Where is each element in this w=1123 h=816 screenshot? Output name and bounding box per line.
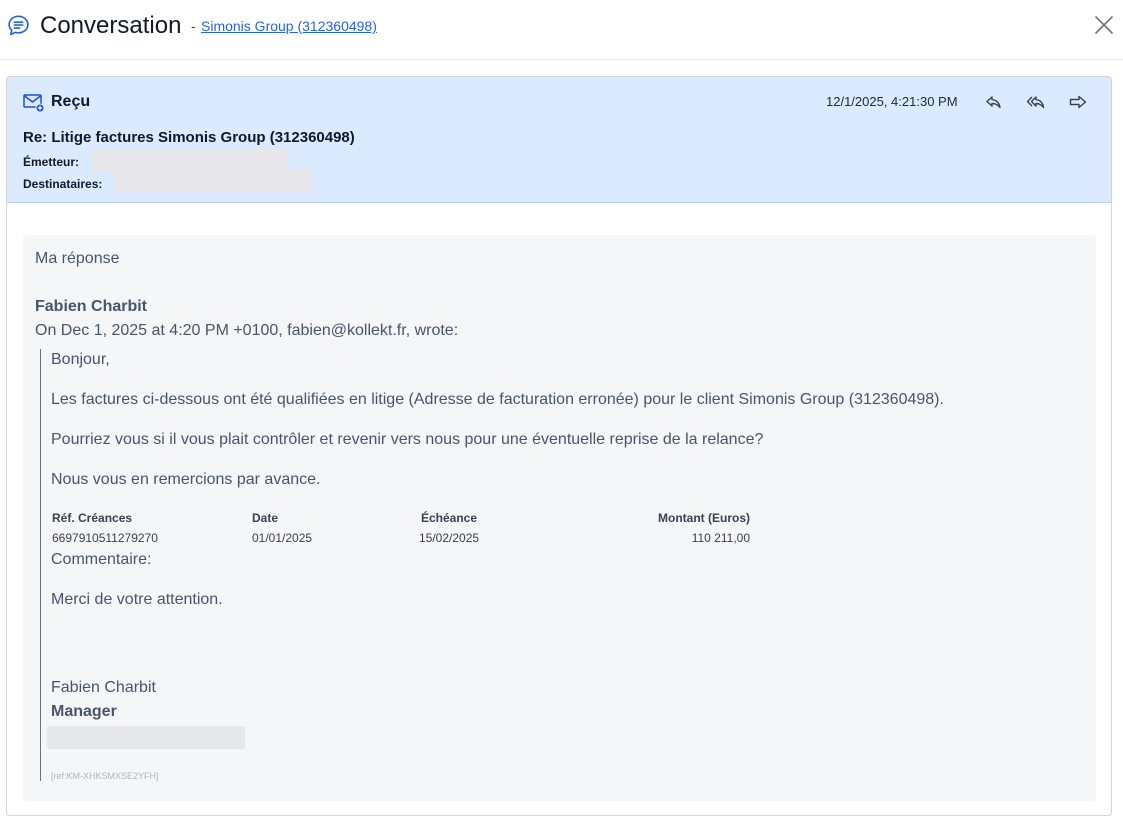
table-header-ref: Réf. Créances	[52, 511, 133, 525]
paragraph-3: Nous vous en remercions par avance.	[51, 471, 321, 488]
customer-link[interactable]: Simonis Group (312360498)	[201, 17, 377, 35]
chat-bubble-icon	[8, 15, 29, 36]
quoted-author: Fabien Charbit	[35, 298, 148, 315]
message-timestamp: 12/1/2025, 4:21:30 PM	[826, 94, 958, 109]
message-status: Reçu	[51, 93, 91, 110]
cell-due: 15/02/2025	[419, 531, 480, 545]
thanks-text: Merci de votre attention.	[51, 591, 223, 608]
title-separator: -	[191, 18, 196, 34]
comment-label: Commentaire:	[51, 551, 152, 568]
table-header-due: Échéance	[421, 511, 478, 525]
signature-role: Manager	[51, 703, 117, 720]
quoted-meta: On Dec 1, 2025 at 4:20 PM +0100, fabien@…	[35, 322, 459, 339]
table-header-amount: Montant (Euros)	[658, 511, 750, 525]
reply-icon[interactable]	[984, 93, 1004, 111]
cell-amount: 110 211,00	[691, 531, 750, 545]
quote-bar	[40, 349, 41, 781]
message-card: Reçu 12/1/2025, 4:21:30 PM Re: Litige fa…	[6, 76, 1112, 816]
page-title: Conversation	[40, 12, 182, 39]
message-subject: Re: Litige factures Simonis Group (31236…	[23, 129, 355, 146]
message-body: Ma réponse Fabien Charbit On Dec 1, 2025…	[23, 235, 1096, 801]
sender-label: Émetteur:	[23, 155, 80, 169]
reply-text: Ma réponse	[35, 250, 120, 267]
reply-all-icon[interactable]	[1026, 93, 1046, 111]
signature-redacted	[47, 726, 245, 749]
conversation-header: Conversation - Simonis Group (312360498)	[0, 0, 1123, 60]
greeting: Bonjour,	[51, 351, 110, 368]
forward-icon[interactable]	[1068, 93, 1088, 111]
signature-name: Fabien Charbit	[51, 679, 156, 696]
recipients-label: Destinataires:	[23, 177, 103, 191]
recipients-redacted	[115, 170, 312, 192]
cell-ref: 6697910511279270	[52, 531, 158, 545]
message-header: Reçu 12/1/2025, 4:21:30 PM Re: Litige fa…	[7, 77, 1111, 203]
paragraph-2: Pourriez vous si il vous plait contrôler…	[51, 431, 764, 448]
paragraph-1: Les factures ci-dessous ont été qualifié…	[51, 391, 944, 408]
close-icon[interactable]	[1093, 14, 1115, 36]
table-header-date: Date	[252, 511, 279, 525]
reference-code: [ref:KM-XHKSMXSE2YFH]	[51, 771, 159, 781]
sender-redacted	[91, 149, 288, 171]
cell-date: 01/01/2025	[252, 531, 313, 545]
mail-received-icon	[23, 94, 45, 113]
